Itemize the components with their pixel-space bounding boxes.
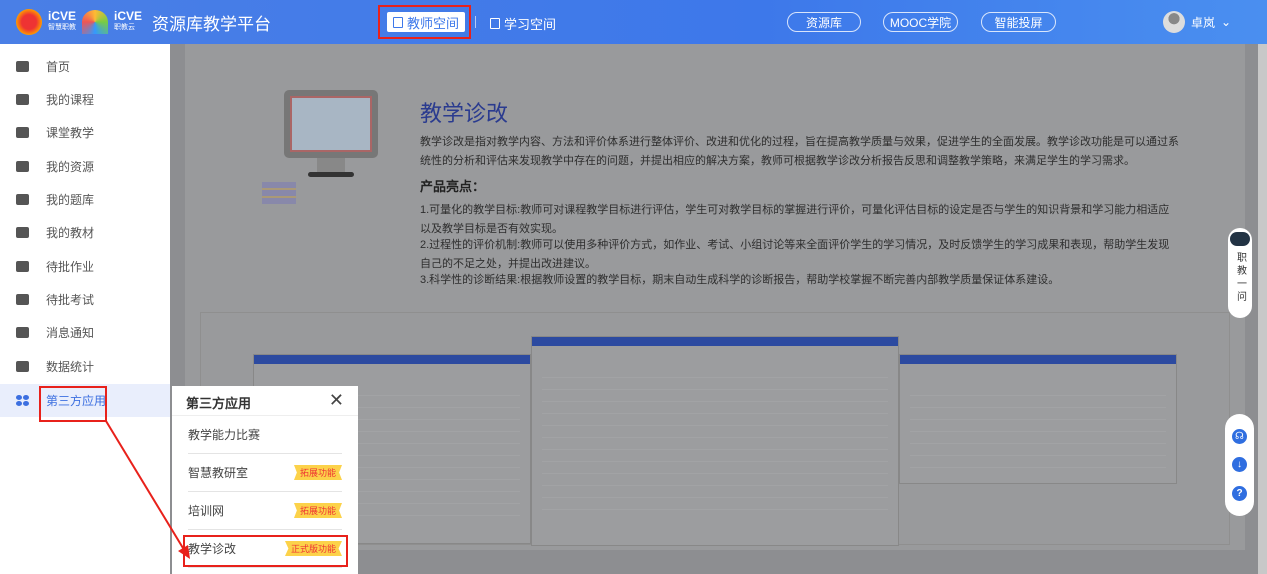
annotation-arrow bbox=[105, 420, 190, 559]
